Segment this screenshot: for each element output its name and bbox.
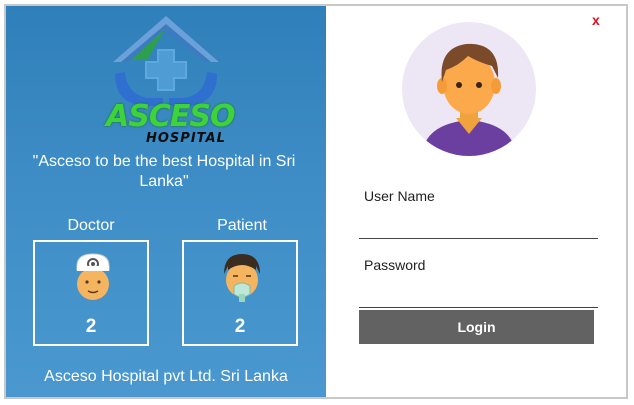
username-label: User Name xyxy=(364,188,435,204)
password-input[interactable] xyxy=(359,283,598,308)
username-input[interactable] xyxy=(359,214,598,239)
patient-label: Patient xyxy=(217,217,267,234)
patient-card[interactable]: 2 xyxy=(182,240,298,346)
patient-count: 2 xyxy=(234,316,246,337)
close-button[interactable]: x xyxy=(592,12,600,28)
branding-panel: ASCESO HOSPITAL "Asceso to be the best H… xyxy=(6,6,326,397)
brand-subtitle: HOSPITAL xyxy=(146,131,226,146)
doctor-face-icon xyxy=(76,253,110,300)
doctor-card[interactable]: 2 xyxy=(33,240,149,346)
user-avatar-icon xyxy=(402,22,536,156)
password-label: Password xyxy=(364,257,426,273)
company-footer: Asceso Hospital pvt Ltd. Sri Lanka xyxy=(44,368,288,385)
doctor-count: 2 xyxy=(85,316,97,337)
patient-mask-icon xyxy=(224,254,260,302)
doctor-label: Doctor xyxy=(67,217,115,234)
brand-name: ASCESO xyxy=(106,99,235,134)
slogan: "Asceso to be the best Hospital in Sri L… xyxy=(32,153,296,190)
login-button[interactable]: Login xyxy=(359,310,594,344)
